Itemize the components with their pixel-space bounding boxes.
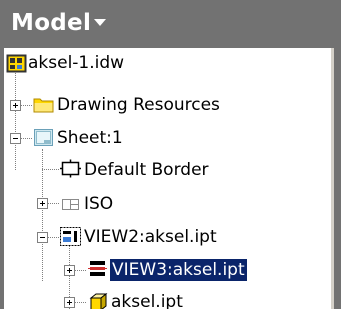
tree-item-label[interactable]: aksel.ipt [111, 291, 183, 309]
sheet-icon [34, 129, 53, 146]
tree-item-label[interactable]: Default Border [84, 159, 209, 181]
chevron-down-icon[interactable] [94, 19, 106, 26]
model-browser-header[interactable]: Model [0, 0, 341, 48]
folder-icon [33, 98, 54, 113]
panel-title[interactable]: Model [11, 9, 91, 37]
tree-line [42, 169, 59, 170]
part-icon [89, 292, 108, 309]
panel-frame-right [334, 48, 341, 309]
tree-item-label[interactable]: VIEW2:aksel.ipt [84, 226, 217, 248]
title-block-icon [62, 199, 79, 210]
tree-item-label[interactable]: ISO [84, 193, 113, 215]
collapse-icon[interactable] [37, 232, 48, 243]
collapse-icon[interactable] [10, 133, 21, 144]
border-icon [60, 159, 81, 178]
tree-item-label-selected[interactable]: VIEW3:aksel.ipt [109, 258, 248, 282]
expand-icon[interactable] [64, 297, 75, 308]
tree-item-label[interactable]: Sheet:1 [57, 127, 123, 149]
tree-item-label[interactable]: aksel-1.idw [28, 52, 124, 74]
tree-line [15, 66, 16, 170]
drawing-document-icon [6, 54, 27, 73]
tree-item-label[interactable]: Drawing Resources [57, 94, 220, 116]
model-browser-panel: Model aksel-1.idw Drawing Resources Shee… [0, 0, 341, 309]
section-view-icon [88, 261, 107, 276]
drawing-view-icon [60, 227, 81, 246]
expand-icon[interactable] [64, 265, 75, 276]
expand-icon[interactable] [10, 100, 21, 111]
model-tree: aksel-1.idw Drawing Resources Sheet:1 De… [4, 48, 331, 309]
expand-icon[interactable] [37, 198, 48, 209]
